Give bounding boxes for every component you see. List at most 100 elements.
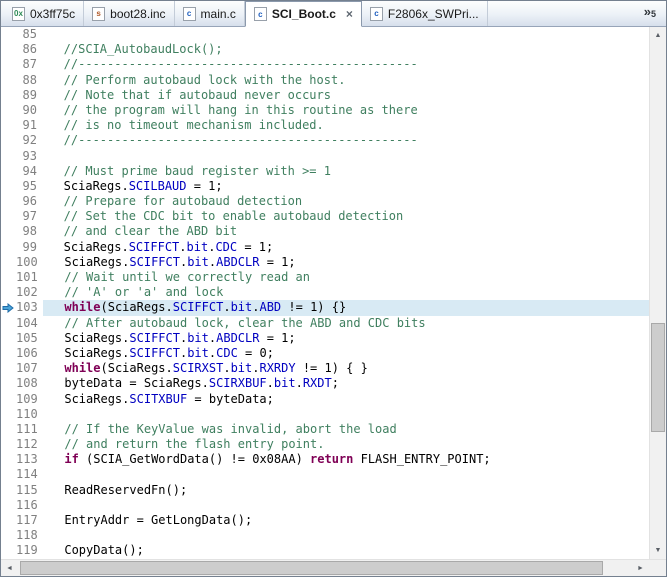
scroll-right-button[interactable]: ► [632, 560, 649, 576]
code-line-97[interactable]: 97 // Set the CDC bit to enable autobaud… [1, 209, 649, 225]
code-text: byteData = SciaRegs.SCIRXBUF.bit.RXDT; [42, 376, 339, 391]
code-line-109[interactable]: 109 SciaRegs.SCITXBUF = byteData; [1, 391, 649, 407]
tab-label: 0x3ff75c [30, 6, 76, 21]
line-number: 92 [22, 133, 37, 148]
line-number: 103 [16, 300, 38, 315]
line-number: 98 [22, 224, 37, 239]
code-text: //SCIA_AutobaudLock(); [42, 42, 223, 57]
line-number: 90 [22, 102, 37, 117]
horizontal-scrollbar[interactable]: ◄ ► [1, 559, 666, 576]
code-line-105[interactable]: 105 SciaRegs.SCIFFCT.bit.ABDCLR = 1; [1, 330, 649, 346]
scroll-left-button[interactable]: ◄ [1, 560, 18, 576]
code-text: // 'A' or 'a' and lock [42, 285, 224, 300]
code-line-103[interactable]: 103 while(SciaRegs.SCIFFCT.bit.ABD != 1)… [1, 300, 649, 316]
tab-label: main.c [200, 6, 236, 21]
line-number: 87 [22, 57, 37, 72]
code-line-118[interactable]: 118 [1, 528, 649, 544]
tab-strip: 0x 0x3ff75c s boot28.inc c main.c c SCI_Boot.c ×… [4, 1, 488, 27]
annotation-gutter [1, 285, 16, 301]
annotation-gutter [1, 330, 16, 346]
code-line-88[interactable]: 88 // Perform autobaud lock with the hos… [1, 72, 649, 88]
code-line-110[interactable]: 110 [1, 406, 649, 422]
code-line-114[interactable]: 114 [1, 467, 649, 483]
tab-overflow-indicator[interactable]: » 5 [644, 1, 666, 26]
annotation-gutter [1, 163, 16, 179]
code-line-107[interactable]: 107 while(SciaRegs.SCIRXST.bit.RXRDY != … [1, 361, 649, 377]
code-line-85[interactable]: 85 [1, 27, 649, 43]
code-line-113[interactable]: 113 if (SCIA_GetWordData() != 0x08AA) re… [1, 452, 649, 468]
line-number: 93 [22, 148, 37, 163]
annotation-gutter [1, 102, 16, 119]
code-line-117[interactable]: 117 EntryAddr = GetLongData(); [1, 513, 649, 529]
code-line-111[interactable]: 111 // If the KeyValue was invalid, abor… [1, 421, 649, 438]
editor-window: 0x 0x3ff75c s boot28.inc c main.c c SCI_Boot.c ×… [0, 0, 667, 577]
code-line-86[interactable]: 86 //SCIA_AutobaudLock(); [1, 42, 649, 58]
scroll-down-icon: ▼ [654, 547, 662, 554]
tab-sci-boot-c[interactable]: c SCI_Boot.c × [244, 1, 362, 27]
scroll-down-button[interactable]: ▼ [650, 542, 666, 559]
scroll-right-icon: ► [637, 564, 644, 572]
code-line-115[interactable]: 115 ReadReservedFn(); [1, 482, 649, 498]
vertical-scrollbar[interactable]: ▲ ▼ [649, 27, 666, 559]
code-line-90[interactable]: 90 // the program will hang in this rout… [1, 102, 649, 119]
code-text: if (SCIA_GetWordData() != 0x08AA) return… [64, 452, 491, 467]
code-text: SciaRegs.SCIFFCT.bit.CDC = 1; [42, 239, 274, 254]
code-line-112[interactable]: 112 // and return the flash entry point. [1, 437, 649, 453]
code-text: while(SciaRegs.SCIRXST.bit.RXRDY != 1) {… [64, 361, 368, 376]
code-line-87[interactable]: 87 //-----------------------------------… [1, 57, 649, 73]
annotation-gutter [1, 118, 16, 134]
vertical-scroll-track[interactable] [650, 44, 666, 542]
code-text: // Perform autobaud lock with the host. [42, 72, 346, 87]
tab-0x3ff75c[interactable]: 0x 0x3ff75c [4, 1, 85, 26]
code-line-106[interactable]: 106 SciaRegs.SCIFFCT.bit.CDC = 0; [1, 345, 649, 362]
code-line-99[interactable]: 99 SciaRegs.SCIFFCT.bit.CDC = 1; [1, 239, 649, 255]
scrollbar-corner [649, 560, 666, 576]
code-line-119[interactable]: 119 CopyData(); [1, 543, 649, 559]
scroll-up-button[interactable]: ▲ [650, 27, 666, 44]
annotation-gutter [1, 361, 16, 377]
annotation-gutter [1, 57, 16, 73]
line-number: 100 [16, 254, 38, 269]
annotation-gutter [1, 452, 16, 468]
code-line-96[interactable]: 96 // Prepare for autobaud detection [1, 194, 649, 210]
code-line-98[interactable]: 98 // and clear the ABD bit [1, 224, 649, 240]
code-line-89[interactable]: 89 // Note that if autobaud never occurs [1, 87, 649, 103]
code-area[interactable]: 85 86 //SCIA_AutobaudLock(); 87 //--------… [1, 27, 649, 559]
code-text: EntryAddr = GetLongData(); [42, 513, 253, 527]
code-text: CopyData(); [42, 543, 144, 558]
horizontal-scroll-track[interactable] [18, 560, 632, 576]
code-line-108[interactable]: 108 byteData = SciaRegs.SCIRXBUF.bit.RXD… [1, 376, 649, 392]
annotation-gutter [1, 133, 16, 149]
code-line-92[interactable]: 92 //-----------------------------------… [1, 133, 649, 149]
code-line-101[interactable]: 101 // Wait until we correctly read an [1, 270, 649, 286]
code-line-95[interactable]: 95 SciaRegs.SCILBAUD = 1; [1, 178, 649, 195]
code-line-93[interactable]: 93 [1, 148, 649, 164]
c-source-file-icon: c [253, 7, 267, 21]
code-line-104[interactable]: 104 // After autobaud lock, clear the AB… [1, 315, 649, 331]
code-text: // If the KeyValue was invalid, abort th… [42, 421, 397, 436]
horizontal-scroll-thumb[interactable] [20, 561, 604, 575]
code-line-116[interactable]: 116 [1, 497, 649, 513]
tab-boot28-inc[interactable]: s boot28.inc [84, 1, 175, 26]
code-line-102[interactable]: 102 // 'A' or 'a' and lock [1, 285, 649, 301]
code-line-91[interactable]: 91 // is no timeout mechanism included. [1, 118, 649, 134]
code-text: ReadReservedFn(); [42, 482, 188, 497]
tab-close-icon[interactable]: × [346, 8, 353, 20]
tab-f2806x-swpri-[interactable]: c F2806x_SWPri... [362, 1, 488, 26]
annotation-gutter [1, 224, 16, 240]
annotation-gutter [1, 87, 16, 103]
tab-main-c[interactable]: c main.c [175, 1, 245, 26]
line-number: 95 [22, 178, 37, 193]
code-line-94[interactable]: 94 // Must prime baud register with >= 1 [1, 163, 649, 179]
line-number: 113 [16, 452, 38, 467]
annotation-gutter [1, 270, 16, 286]
vertical-scroll-thumb[interactable] [651, 322, 665, 433]
annotation-gutter [1, 27, 16, 43]
chevron-double-right-icon: » [643, 4, 651, 19]
annotation-gutter [1, 391, 16, 407]
code-line-100[interactable]: 100 SciaRegs.SCIFFCT.bit.ABDCLR = 1; [1, 254, 649, 270]
